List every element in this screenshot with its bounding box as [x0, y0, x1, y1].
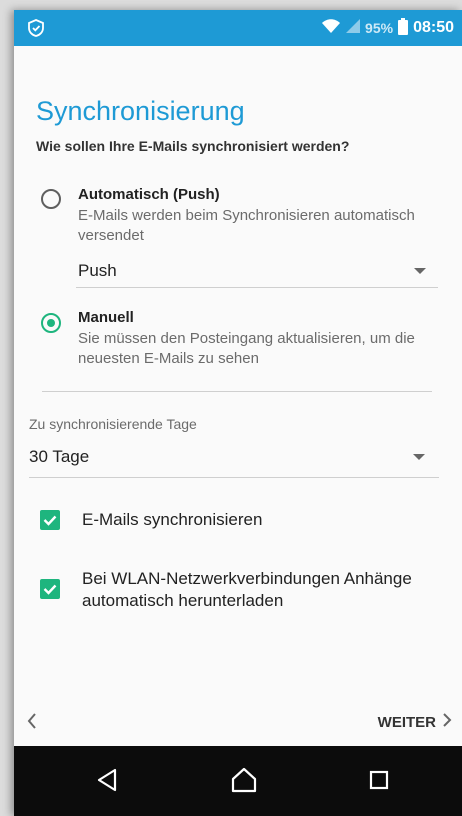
status-bar: 95% 08:50 — [14, 10, 462, 46]
wifi-icon — [321, 18, 341, 37]
days-label: Zu synchronisierende Tage — [29, 416, 197, 432]
push-dropdown[interactable]: Push — [76, 250, 438, 288]
radio-button-manual[interactable] — [41, 313, 61, 333]
radio-button-automatic[interactable] — [41, 189, 61, 209]
back-chevron-icon[interactable] — [26, 710, 38, 736]
sync-option-manual[interactable]: Manuell Sie müssen den Posteingang aktua… — [36, 309, 446, 369]
checkbox-label: E-Mails synchronisieren — [82, 510, 263, 529]
option-title: Manuell — [78, 309, 134, 326]
checkbox-wlan-attachments[interactable]: Bei WLAN-Netzwerkverbindungen Anhänge au… — [40, 566, 440, 614]
nav-home-icon[interactable] — [231, 767, 257, 798]
bottom-action-bar: WEITER — [14, 696, 462, 746]
nav-back-icon[interactable] — [96, 768, 118, 797]
option-description: E-Mails werden beim Synchronisieren auto… — [78, 207, 415, 244]
system-nav-bar — [14, 746, 462, 816]
battery-percent: 95% — [365, 19, 394, 36]
signal-icon — [346, 19, 361, 36]
days-dropdown[interactable]: 30 Tage — [29, 438, 439, 478]
dropdown-arrow-icon — [413, 454, 425, 460]
page-subtitle: Wie sollen Ihre E-Mails synchronisiert w… — [36, 138, 350, 154]
clock: 08:50 — [413, 18, 454, 36]
option-description: Sie müssen den Posteingang aktualisieren… — [78, 330, 415, 367]
dropdown-arrow-icon — [414, 268, 426, 274]
checkbox-checked-icon[interactable] — [40, 579, 60, 599]
nav-recents-icon[interactable] — [369, 770, 389, 795]
checkbox-label: Bei WLAN-Netzwerkverbindungen Anhänge au… — [82, 569, 412, 610]
status-indicators: 95% 08:50 — [321, 18, 454, 37]
checkbox-checked-icon[interactable] — [40, 510, 60, 530]
shield-icon — [26, 18, 46, 38]
page-title: Synchronisierung — [36, 96, 245, 126]
chevron-right-icon — [442, 712, 452, 732]
sync-option-automatic[interactable]: Automatisch (Push) E-Mails werden beim S… — [36, 186, 446, 244]
next-button-label: WEITER — [377, 713, 436, 731]
dropdown-value: Push — [78, 261, 117, 280]
option-title: Automatisch (Push) — [78, 186, 220, 203]
setup-content: Synchronisierung Wie sollen Ihre E-Mails… — [14, 46, 462, 696]
battery-icon — [398, 18, 409, 35]
next-button[interactable]: WEITER — [378, 712, 452, 732]
dropdown-value: 30 Tage — [29, 447, 90, 466]
phone-screen: 95% 08:50 Synchronisierung Wie sollen Ih… — [14, 10, 462, 816]
dropdown-underline — [29, 477, 439, 478]
radio-selected-dot — [47, 319, 55, 327]
dropdown-underline — [76, 287, 438, 288]
checkbox-sync-emails[interactable]: E-Mails synchronisieren — [40, 506, 440, 536]
divider — [42, 391, 432, 392]
